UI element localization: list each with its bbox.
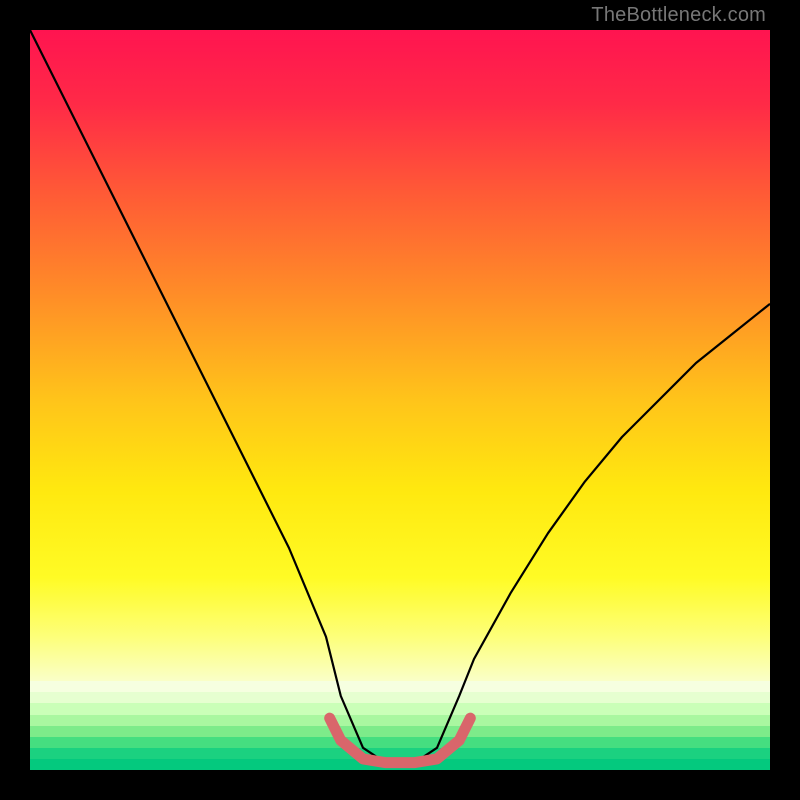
curve-layer: [30, 30, 770, 770]
chart-frame: TheBottleneck.com: [0, 0, 800, 800]
plot-area: [30, 30, 770, 770]
bottleneck-curve: [30, 30, 770, 763]
highlight-segment: [330, 718, 471, 762]
watermark-text: TheBottleneck.com: [591, 4, 766, 27]
